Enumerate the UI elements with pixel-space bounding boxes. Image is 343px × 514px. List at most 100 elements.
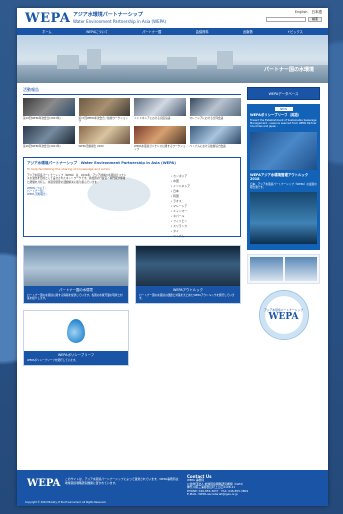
- card-text: パートナー国の水環境の課題と対策をまとめたWEPAアウトルックを発行しています。: [136, 293, 240, 303]
- footer-logo[interactable]: WEPA: [27, 478, 60, 489]
- news-grid-row2: 第16回WEPA年次会合(2021年) WEPA活動報告 2020 WEPA水環…: [23, 126, 241, 151]
- report-thumbnails[interactable]: [247, 254, 320, 285]
- news-caption: WEPA水環境ガバナンスに関するワークショップ: [134, 145, 186, 151]
- search-button[interactable]: 検索: [308, 17, 322, 22]
- outlook-text: 日本、アジア水環境パートナーシップ（WEPA）の最新の報告書です。: [250, 182, 317, 189]
- main-nav: ホーム WEPAについて パートナー国 会議資料 出版物 トピックス: [17, 28, 328, 35]
- hero-caption: パートナー国の水環境: [263, 67, 314, 73]
- news-heading: 活動報告: [23, 87, 241, 95]
- card-text: パートナー国の水環境に関する情報を提供しています。各国の水質汚濁の現状と対策を紹…: [24, 293, 128, 303]
- country-link[interactable]: フィリピン: [171, 219, 237, 223]
- feature-cards: パートナー国の水環境 パートナー国の水環境に関する情報を提供しています。各国の水…: [23, 245, 241, 366]
- about-link[interactable]: WEPA 活動報告 ›: [27, 193, 127, 196]
- country-link[interactable]: インドネシア: [171, 184, 237, 188]
- country-link[interactable]: 韓国: [171, 194, 237, 198]
- main-column: 活動報告 第18回WEPA年次会合(2023年) 第17回WEPA年次会合 / …: [23, 87, 241, 366]
- site-title: アジア水環境パートナーシップ Water Environment Partner…: [73, 11, 166, 24]
- outlook-heading: WEPAアジア水環境管理アウトルック 2018: [250, 172, 309, 181]
- card-text: WEPAポリシーブリーフを発行しています。: [24, 358, 128, 365]
- news-item[interactable]: マレーシアにおける合同会議: [189, 98, 241, 123]
- country-link[interactable]: カンボジア: [171, 174, 237, 178]
- news-caption: インドネシアにおける官民協議: [134, 117, 171, 120]
- search-input[interactable]: [266, 17, 306, 22]
- card-outlook[interactable]: WEPAアウトルック パートナー国の水環境の課題と対策をまとめたWEPAアウトル…: [135, 245, 241, 304]
- news-photo: [78, 98, 130, 116]
- card-title: WEPAポリシーブリーフ: [24, 351, 128, 358]
- hero-banner: パートナー国の水環境: [17, 35, 328, 83]
- country-link[interactable]: ベトナム: [171, 234, 237, 238]
- country-link[interactable]: ラオス: [171, 199, 237, 203]
- news-caption: ベトナムにおける技術協力会議: [189, 145, 226, 148]
- outlook-cover: [250, 192, 317, 245]
- card-image: [136, 246, 240, 286]
- wepa-logo[interactable]: WEPA: [25, 11, 70, 26]
- card-image: [24, 246, 128, 286]
- country-link[interactable]: 中国: [171, 179, 237, 183]
- link-japanese[interactable]: 日本語: [312, 10, 323, 15]
- nav-home[interactable]: ホーム: [42, 29, 51, 34]
- country-list: カンボジア 中国 インドネシア 日本 韓国 ラオス マレーシア ミャンマー ネパ…: [171, 174, 237, 238]
- site-footer: WEPA このサイトは、アジア水環境パートナーシップによって運営されています。W…: [17, 470, 328, 506]
- country-link[interactable]: マレーシア: [171, 204, 237, 208]
- news-item[interactable]: ベトナムにおける技術協力会議: [189, 126, 241, 151]
- about-text: アジア水環境パートナーシップ（WEPA）は、2004年、アジア地域の水環境ガバナ…: [27, 174, 127, 238]
- contact-email[interactable]: E-MAIL: WEPA-secretariat@iges.or.jp: [187, 492, 322, 496]
- water-drop-icon: [67, 319, 85, 343]
- news-item[interactable]: インドネシアにおける官民協議: [134, 98, 186, 123]
- news-photo: [189, 126, 241, 144]
- sidebar: WEPAデータベース NEW WEPAポリシーブリーフ（英語） Toward t…: [247, 87, 320, 366]
- site-header: WEPA アジア水環境パートナーシップ Water Environment Pa…: [17, 8, 328, 28]
- news-item[interactable]: 第16回WEPA年次会合(2021年): [23, 126, 75, 151]
- news-photo: [134, 98, 186, 116]
- news-caption: 第17回WEPA年次会合 / 技術ワークショップ: [78, 117, 129, 123]
- contact-heading: Contact Us: [187, 474, 212, 479]
- country-link[interactable]: 日本: [171, 189, 237, 193]
- news-caption: 第16回WEPA年次会合(2021年): [23, 145, 61, 148]
- news-item[interactable]: 第18回WEPA年次会合(2023年): [23, 98, 75, 123]
- footer-text: このサイトは、アジア水環境パートナーシップによって運営されています。WEPA事務…: [65, 477, 179, 485]
- news-photo: [78, 126, 130, 144]
- nav-meetings[interactable]: 会議資料: [196, 29, 209, 34]
- card-title: WEPAアウトルック: [136, 286, 240, 293]
- site-title-en: Water Environment Partnership in Asia (W…: [73, 19, 167, 24]
- news-photo: [189, 98, 241, 116]
- report-thumb: [284, 257, 317, 282]
- card-title: パートナー国の水環境: [24, 286, 128, 293]
- news-item[interactable]: WEPA水環境ガバナンスに関するワークショップ: [134, 126, 186, 151]
- nav-publications[interactable]: 出版物: [243, 29, 253, 34]
- news-item[interactable]: 第17回WEPA年次会合 / 技術ワークショップ: [78, 98, 130, 123]
- content-area: 活動報告 第18回WEPA年次会合(2023年) 第17回WEPA年次会合 / …: [17, 83, 328, 366]
- panel-heading: WEPAポリシーブリーフ（英語）: [250, 113, 302, 117]
- country-link[interactable]: タイ: [171, 229, 237, 233]
- report-thumb: [250, 257, 283, 282]
- new-badge: NEW: [274, 107, 293, 111]
- news-grid: 第18回WEPA年次会合(2023年) 第17回WEPA年次会合 / 技術ワーク…: [23, 98, 241, 123]
- policy-brief-panel[interactable]: NEW WEPAポリシーブリーフ（英語） Toward the Establis…: [247, 104, 320, 251]
- news-photo: [134, 126, 186, 144]
- wepa-badge[interactable]: アジア水環境パートナーシップ WEPA: [258, 290, 309, 341]
- news-photo: [23, 98, 75, 116]
- card-partner-water[interactable]: パートナー国の水環境 パートナー国の水環境に関する情報を提供しています。各国の水…: [23, 245, 129, 304]
- about-paragraph: アジア水環境パートナーシップ（WEPA）は、2004年、アジア地域の水環境ガバナ…: [27, 174, 127, 184]
- copyright: Copyright © 2024 Ministry of the Environ…: [25, 501, 107, 504]
- language-links: English 日本語: [295, 10, 322, 15]
- database-button[interactable]: WEPAデータベース: [247, 87, 320, 100]
- card-policy-brief[interactable]: WEPAポリシーブリーフ WEPAポリシーブリーフを発行しています。: [23, 310, 129, 366]
- about-box: アジア水環境パートナーシップ Water Environment Partner…: [23, 157, 241, 238]
- country-link[interactable]: ネパール: [171, 214, 237, 218]
- nav-partners[interactable]: パートナー国: [142, 29, 161, 34]
- badge-logo: WEPA: [268, 312, 299, 323]
- news-caption: WEPA活動報告 2020: [78, 145, 104, 148]
- country-link[interactable]: スリランカ: [171, 224, 237, 228]
- news-item[interactable]: WEPA活動報告 2020: [78, 126, 130, 151]
- panel-subheading: Toward the Establishment of Sustainable …: [250, 119, 317, 129]
- news-caption: マレーシアにおける合同会議: [189, 117, 224, 120]
- link-english[interactable]: English: [295, 10, 308, 15]
- nav-about[interactable]: WEPAについて: [86, 29, 108, 34]
- news-caption: 第18回WEPA年次会合(2023年): [23, 117, 61, 120]
- card-image: [24, 311, 128, 351]
- news-photo: [23, 126, 75, 144]
- country-link[interactable]: ミャンマー: [171, 209, 237, 213]
- nav-topics[interactable]: トピックス: [287, 29, 303, 34]
- policy-brief-cover: [250, 131, 317, 170]
